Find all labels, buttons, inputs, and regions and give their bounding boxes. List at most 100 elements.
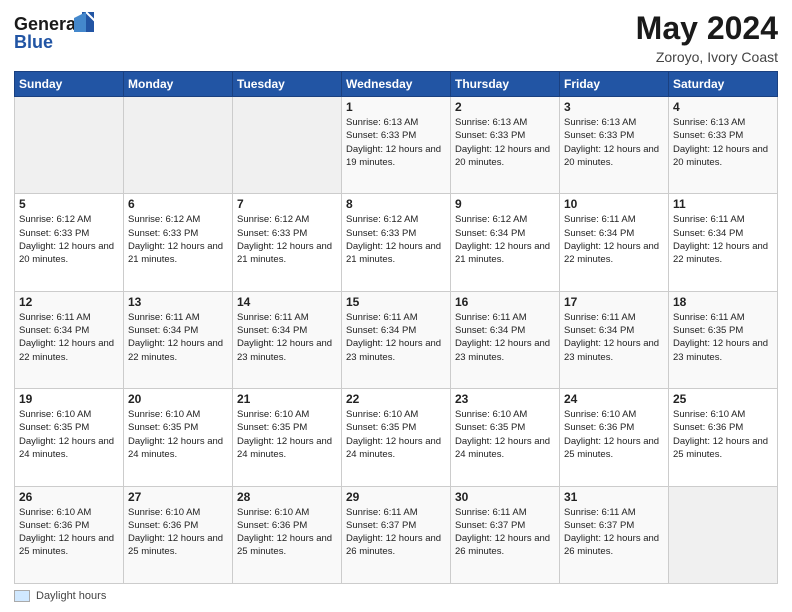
day-number: 6 <box>128 197 228 211</box>
day-number: 1 <box>346 100 446 114</box>
day-number: 10 <box>564 197 664 211</box>
day-number: 9 <box>455 197 555 211</box>
day-cell-23: 23 Sunrise: 6:10 AM Sunset: 6:35 PM Dayli… <box>451 389 560 486</box>
day-cell-22: 22 Sunrise: 6:10 AM Sunset: 6:35 PM Dayli… <box>342 389 451 486</box>
day-info: Sunrise: 6:11 AM Sunset: 6:34 PM Dayligh… <box>346 311 446 364</box>
empty-cell <box>124 97 233 194</box>
day-cell-9: 9 Sunrise: 6:12 AM Sunset: 6:34 PM Daylig… <box>451 194 560 291</box>
day-info: Sunrise: 6:12 AM Sunset: 6:33 PM Dayligh… <box>19 213 119 266</box>
week-row-3: 12 Sunrise: 6:11 AM Sunset: 6:34 PM Dayli… <box>15 291 778 388</box>
calendar-subtitle: Zoroyo, Ivory Coast <box>636 49 778 65</box>
day-info: Sunrise: 6:10 AM Sunset: 6:35 PM Dayligh… <box>19 408 119 461</box>
day-number: 29 <box>346 490 446 504</box>
day-info: Sunrise: 6:11 AM Sunset: 6:34 PM Dayligh… <box>673 213 773 266</box>
day-info: Sunrise: 6:13 AM Sunset: 6:33 PM Dayligh… <box>455 116 555 169</box>
day-info: Sunrise: 6:13 AM Sunset: 6:33 PM Dayligh… <box>564 116 664 169</box>
week-row-5: 26 Sunrise: 6:10 AM Sunset: 6:36 PM Dayli… <box>15 486 778 583</box>
day-info: Sunrise: 6:10 AM Sunset: 6:35 PM Dayligh… <box>237 408 337 461</box>
day-cell-4: 4Sunrise: 6:13 AM Sunset: 6:33 PM Daylig… <box>669 97 778 194</box>
weekday-header-friday: Friday <box>560 72 669 97</box>
day-info: Sunrise: 6:11 AM Sunset: 6:37 PM Dayligh… <box>564 506 664 559</box>
day-info: Sunrise: 6:10 AM Sunset: 6:35 PM Dayligh… <box>346 408 446 461</box>
day-number: 23 <box>455 392 555 406</box>
day-number: 16 <box>455 295 555 309</box>
logo-area: General Blue <box>14 10 104 59</box>
day-info: Sunrise: 6:10 AM Sunset: 6:35 PM Dayligh… <box>128 408 228 461</box>
day-cell-12: 12 Sunrise: 6:11 AM Sunset: 6:34 PM Dayli… <box>15 291 124 388</box>
day-cell-13: 13Sunrise: 6:11 AM Sunset: 6:34 PM Dayli… <box>124 291 233 388</box>
empty-cell <box>669 486 778 583</box>
day-number: 12 <box>19 295 119 309</box>
day-cell-6: 6 Sunrise: 6:12 AM Sunset: 6:33 PM Daylig… <box>124 194 233 291</box>
day-number: 3 <box>564 100 664 114</box>
day-cell-5: 5Sunrise: 6:12 AM Sunset: 6:33 PM Daylig… <box>15 194 124 291</box>
day-info: Sunrise: 6:12 AM Sunset: 6:33 PM Dayligh… <box>128 213 228 266</box>
footer: Daylight hours <box>14 590 778 602</box>
svg-text:Blue: Blue <box>14 32 53 52</box>
day-number: 28 <box>237 490 337 504</box>
empty-cell <box>15 97 124 194</box>
day-number: 15 <box>346 295 446 309</box>
day-number: 31 <box>564 490 664 504</box>
day-info: Sunrise: 6:11 AM Sunset: 6:34 PM Dayligh… <box>237 311 337 364</box>
weekday-header-thursday: Thursday <box>451 72 560 97</box>
day-cell-28: 28 Sunrise: 6:10 AM Sunset: 6:36 PM Dayli… <box>233 486 342 583</box>
day-cell-8: 8Sunrise: 6:12 AM Sunset: 6:33 PM Daylig… <box>342 194 451 291</box>
weekday-header-sunday: Sunday <box>15 72 124 97</box>
day-number: 11 <box>673 197 773 211</box>
day-info: Sunrise: 6:10 AM Sunset: 6:36 PM Dayligh… <box>237 506 337 559</box>
header: General Blue May 2024 Zoroyo, Ivory Coas… <box>14 10 778 65</box>
day-info: Sunrise: 6:11 AM Sunset: 6:34 PM Dayligh… <box>564 213 664 266</box>
day-cell-26: 26 Sunrise: 6:10 AM Sunset: 6:36 PM Dayli… <box>15 486 124 583</box>
day-number: 27 <box>128 490 228 504</box>
week-row-2: 5Sunrise: 6:12 AM Sunset: 6:33 PM Daylig… <box>15 194 778 291</box>
day-cell-10: 10 Sunrise: 6:11 AM Sunset: 6:34 PM Dayli… <box>560 194 669 291</box>
day-cell-24: 24Sunrise: 6:10 AM Sunset: 6:36 PM Dayli… <box>560 389 669 486</box>
day-number: 2 <box>455 100 555 114</box>
daylight-legend-box <box>14 590 30 602</box>
day-number: 24 <box>564 392 664 406</box>
day-number: 17 <box>564 295 664 309</box>
day-cell-19: 19 Sunrise: 6:10 AM Sunset: 6:35 PM Dayli… <box>15 389 124 486</box>
day-number: 19 <box>19 392 119 406</box>
weekday-header-monday: Monday <box>124 72 233 97</box>
day-info: Sunrise: 6:10 AM Sunset: 6:36 PM Dayligh… <box>19 506 119 559</box>
day-number: 25 <box>673 392 773 406</box>
day-info: Sunrise: 6:10 AM Sunset: 6:35 PM Dayligh… <box>455 408 555 461</box>
week-row-4: 19 Sunrise: 6:10 AM Sunset: 6:35 PM Dayli… <box>15 389 778 486</box>
weekday-header-saturday: Saturday <box>669 72 778 97</box>
day-cell-17: 17Sunrise: 6:11 AM Sunset: 6:34 PM Dayli… <box>560 291 669 388</box>
daylight-label: Daylight hours <box>36 590 106 602</box>
day-cell-15: 15 Sunrise: 6:11 AM Sunset: 6:34 PM Dayli… <box>342 291 451 388</box>
weekday-header-row: SundayMondayTuesdayWednesdayThursdayFrid… <box>15 72 778 97</box>
day-cell-18: 18Sunrise: 6:11 AM Sunset: 6:35 PM Dayli… <box>669 291 778 388</box>
day-cell-7: 7Sunrise: 6:12 AM Sunset: 6:33 PM Daylig… <box>233 194 342 291</box>
day-info: Sunrise: 6:12 AM Sunset: 6:33 PM Dayligh… <box>237 213 337 266</box>
day-cell-31: 31 Sunrise: 6:11 AM Sunset: 6:37 PM Dayli… <box>560 486 669 583</box>
day-number: 26 <box>19 490 119 504</box>
day-info: Sunrise: 6:10 AM Sunset: 6:36 PM Dayligh… <box>673 408 773 461</box>
day-info: Sunrise: 6:11 AM Sunset: 6:34 PM Dayligh… <box>455 311 555 364</box>
day-number: 30 <box>455 490 555 504</box>
day-number: 4 <box>673 100 773 114</box>
day-number: 21 <box>237 392 337 406</box>
day-cell-30: 30Sunrise: 6:11 AM Sunset: 6:37 PM Dayli… <box>451 486 560 583</box>
day-cell-2: 2 Sunrise: 6:13 AM Sunset: 6:33 PM Daylig… <box>451 97 560 194</box>
weekday-header-wednesday: Wednesday <box>342 72 451 97</box>
day-number: 13 <box>128 295 228 309</box>
day-info: Sunrise: 6:11 AM Sunset: 6:37 PM Dayligh… <box>346 506 446 559</box>
weekday-header-tuesday: Tuesday <box>233 72 342 97</box>
day-cell-25: 25 Sunrise: 6:10 AM Sunset: 6:36 PM Dayli… <box>669 389 778 486</box>
day-cell-11: 11 Sunrise: 6:11 AM Sunset: 6:34 PM Dayli… <box>669 194 778 291</box>
day-cell-29: 29 Sunrise: 6:11 AM Sunset: 6:37 PM Dayli… <box>342 486 451 583</box>
day-number: 22 <box>346 392 446 406</box>
day-info: Sunrise: 6:12 AM Sunset: 6:34 PM Dayligh… <box>455 213 555 266</box>
calendar-title: May 2024 <box>636 10 778 47</box>
day-info: Sunrise: 6:13 AM Sunset: 6:33 PM Dayligh… <box>346 116 446 169</box>
day-info: Sunrise: 6:12 AM Sunset: 6:33 PM Dayligh… <box>346 213 446 266</box>
empty-cell <box>233 97 342 194</box>
day-info: Sunrise: 6:11 AM Sunset: 6:34 PM Dayligh… <box>19 311 119 364</box>
week-row-1: 1 Sunrise: 6:13 AM Sunset: 6:33 PM Daylig… <box>15 97 778 194</box>
day-number: 20 <box>128 392 228 406</box>
day-number: 14 <box>237 295 337 309</box>
